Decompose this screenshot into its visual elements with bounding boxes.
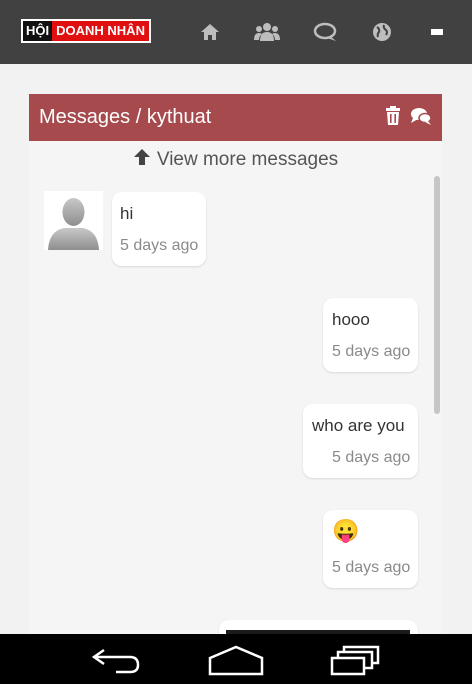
message-bubble-received: hi 5 days ago: [112, 192, 206, 266]
message-time: 5 days ago: [332, 343, 411, 360]
page-title: Messages / kythuat: [39, 106, 212, 128]
logo-part-1: HỘI: [23, 21, 53, 41]
chat-icon[interactable]: [311, 18, 341, 46]
message-time: 5 days ago: [120, 237, 199, 254]
home-button-icon[interactable]: [206, 644, 266, 681]
logo-part-2: DOANH NHÂN: [52, 21, 149, 41]
view-more-messages-link[interactable]: View more messages: [29, 148, 442, 172]
home-icon[interactable]: [195, 18, 225, 46]
users-icon[interactable]: [252, 18, 282, 46]
system-navigation-bar: [0, 634, 472, 684]
message-bubble-sent: 😛 5 days ago: [323, 510, 418, 588]
back-icon[interactable]: [90, 644, 144, 681]
recent-apps-icon[interactable]: [328, 644, 382, 681]
message-time: 5 days ago: [332, 559, 411, 576]
message-time: 5 days ago: [332, 449, 411, 466]
arrow-up-icon: [133, 148, 151, 172]
message-bubble-sent: who are you 5 days ago: [303, 404, 418, 478]
avatar[interactable]: [44, 191, 103, 250]
globe-icon[interactable]: [367, 18, 397, 46]
message-text: who are you: [312, 416, 405, 435]
messages-panel: Messages / kythuat View more messages hi…: [29, 94, 442, 654]
logo[interactable]: HỘI DOANH NHÂN: [21, 19, 151, 43]
scrollbar[interactable]: [434, 176, 440, 414]
message-text: hooo: [332, 310, 370, 329]
comments-icon[interactable]: [410, 106, 432, 131]
view-more-label: View more messages: [156, 149, 339, 170]
menu-icon[interactable]: [422, 18, 452, 46]
top-bar: HỘI DOANH NHÂN: [0, 0, 472, 64]
panel-header: Messages / kythuat: [29, 94, 442, 141]
emoji-tongue-icon: 😛: [332, 518, 360, 543]
message-text: hi: [120, 204, 134, 223]
trash-icon[interactable]: [385, 106, 401, 131]
message-bubble-sent: hooo 5 days ago: [323, 298, 418, 372]
